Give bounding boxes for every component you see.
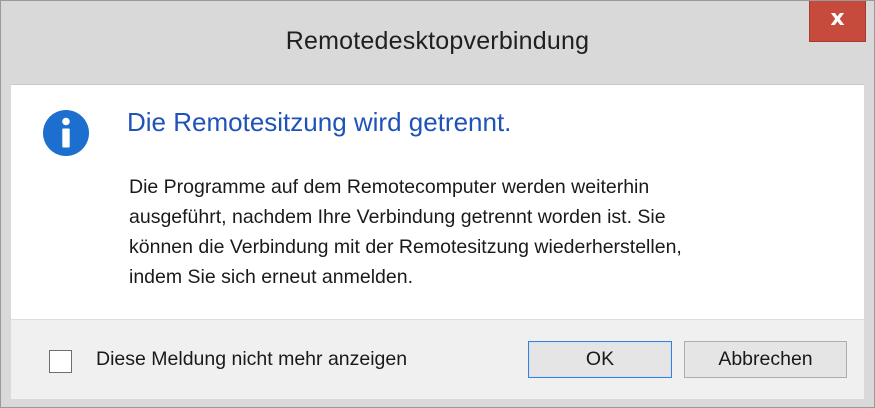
dialog-heading: Die Remotesitzung wird getrennt. (127, 107, 512, 137)
message-line: ausgeführt, nachdem Ihre Verbindung getr… (129, 206, 666, 228)
dialog-window: Remotedesktopverbindung x Die Remotesitz… (0, 0, 875, 408)
dialog-message: Die Programme auf dem Remotecomputer wer… (129, 172, 829, 292)
message-line: können die Verbindung mit der Remotesitz… (129, 236, 682, 258)
cancel-button[interactable]: Abbrechen (684, 341, 847, 378)
title-bar[interactable]: Remotedesktopverbindung x (1, 1, 874, 84)
info-icon (43, 110, 89, 156)
close-button[interactable]: x (809, 1, 866, 42)
message-line: indem Sie sich erneut anmelden. (129, 266, 413, 288)
message-line: Die Programme auf dem Remotecomputer wer… (129, 176, 650, 198)
ok-button[interactable]: OK (528, 341, 672, 378)
dont-show-again-label[interactable]: Diese Meldung nicht mehr anzeigen (96, 348, 407, 371)
window-title: Remotedesktopverbindung (285, 27, 590, 55)
dialog-footer: Diese Meldung nicht mehr anzeigen OK Abb… (11, 319, 864, 399)
close-icon: x (830, 6, 845, 31)
dont-show-again-checkbox[interactable] (49, 350, 72, 373)
dialog-content: Die Remotesitzung wird getrennt. Die Pro… (11, 84, 864, 319)
